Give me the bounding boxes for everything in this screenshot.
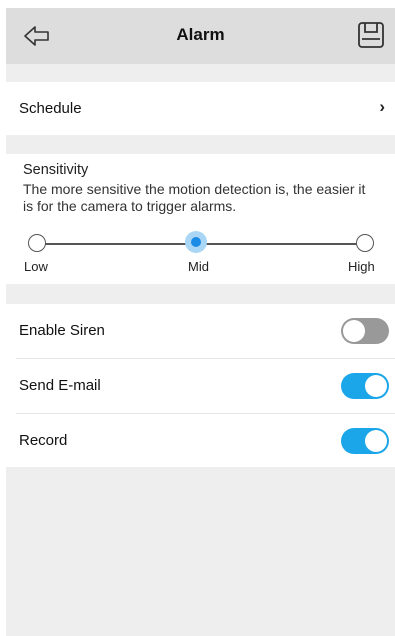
save-button[interactable] [357, 21, 385, 49]
send-email-row[interactable]: Send E-mail [6, 359, 395, 413]
record-toggle[interactable] [341, 428, 389, 454]
sensitivity-slider[interactable] [28, 231, 374, 254]
slider-stop-mid[interactable] [185, 231, 207, 253]
save-icon [358, 22, 384, 48]
schedule-label: Schedule [19, 100, 82, 117]
enable-siren-toggle[interactable] [341, 318, 389, 344]
enable-siren-label: Enable Siren [19, 322, 105, 339]
toggle-knob [365, 375, 387, 397]
record-row[interactable]: Record [6, 414, 395, 467]
schedule-row[interactable]: Schedule › [6, 82, 395, 135]
sensitivity-panel: Sensitivity The more sensitive the motio… [6, 154, 395, 284]
alarm-screen: Alarm Schedule › Sensitivity The more se… [6, 8, 395, 636]
slider-label-high: High [348, 259, 375, 274]
toggle-list: Enable Siren Send E-mail Record [6, 304, 395, 467]
record-label: Record [19, 432, 68, 449]
sensitivity-title: Sensitivity [23, 162, 89, 178]
slider-label-low: Low [24, 259, 48, 274]
page-title: Alarm [176, 25, 225, 44]
toggle-knob [343, 320, 365, 342]
send-email-toggle[interactable] [341, 373, 389, 399]
app-header: Alarm [6, 8, 395, 64]
toggle-knob [365, 430, 387, 452]
chevron-right-icon: › [379, 97, 385, 116]
send-email-label: Send E-mail [19, 377, 101, 394]
sensitivity-description: The more sensitive the motion detection … [23, 181, 366, 214]
enable-siren-row[interactable]: Enable Siren [6, 304, 395, 358]
slider-stop-high[interactable] [356, 234, 374, 252]
slider-stop-low[interactable] [28, 234, 46, 252]
slider-label-mid: Mid [188, 259, 209, 274]
